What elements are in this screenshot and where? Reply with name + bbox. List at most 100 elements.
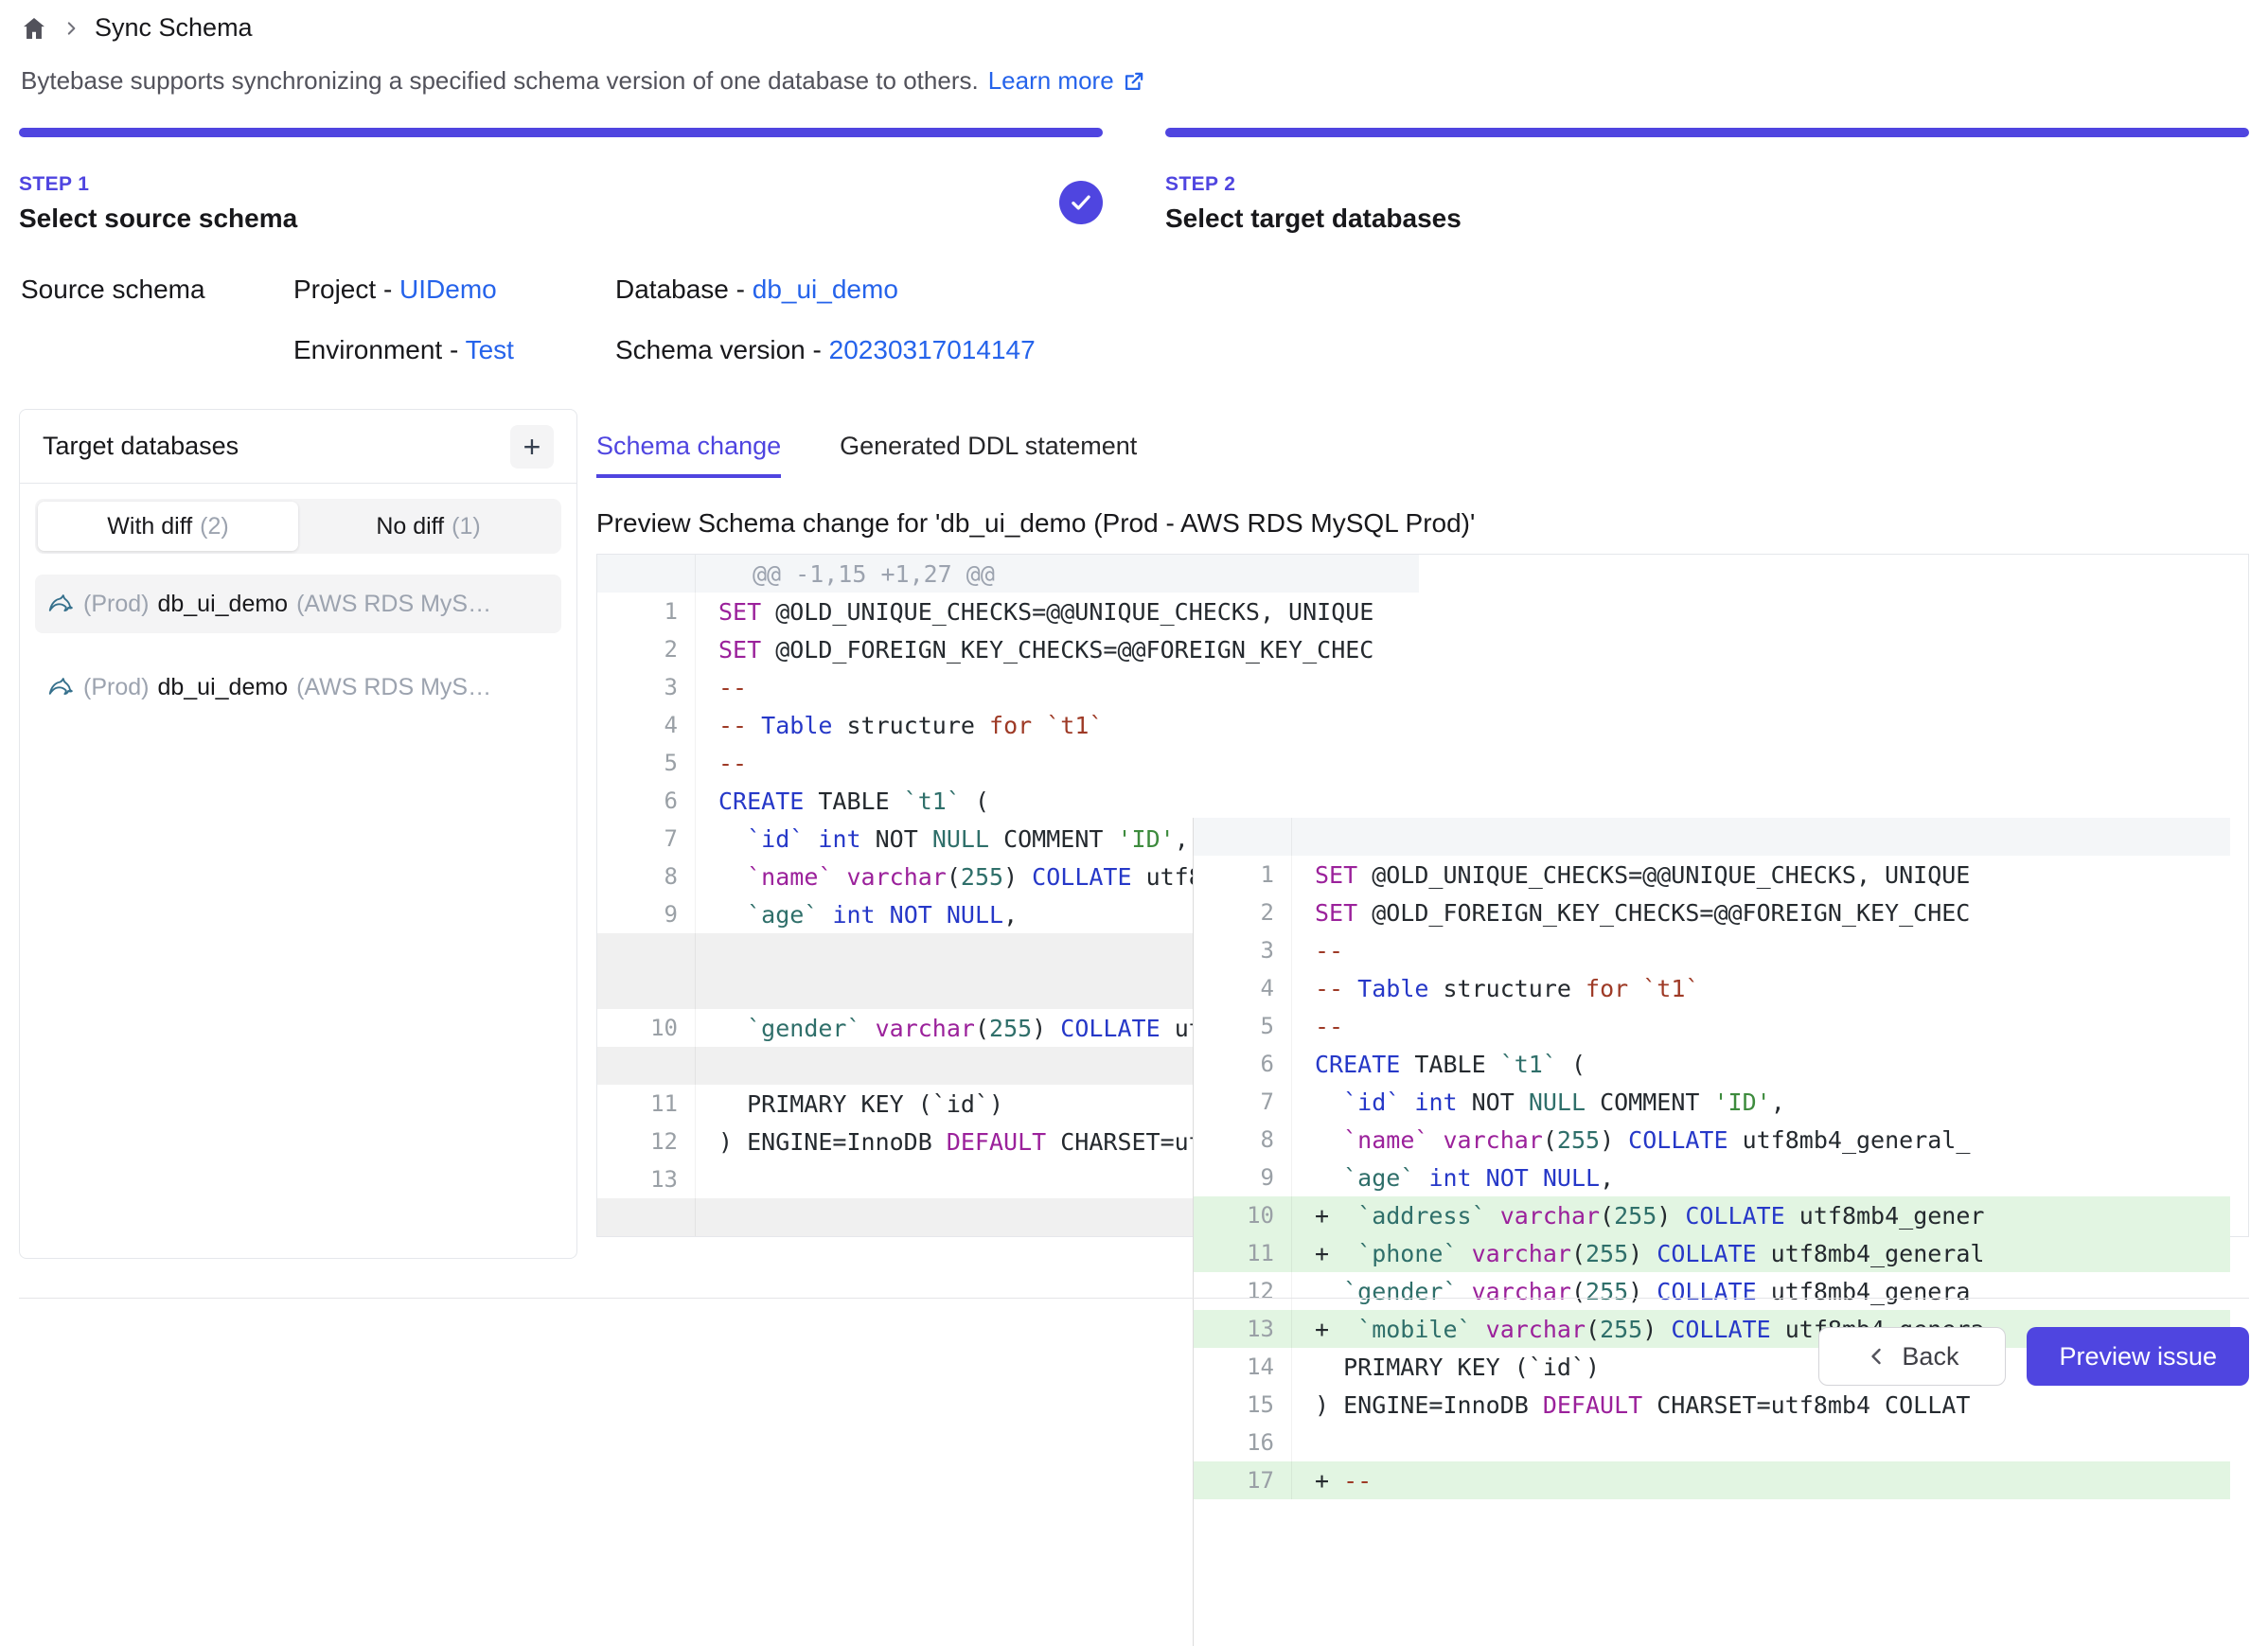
chevron-right-icon [62,20,80,37]
database-list-item[interactable]: (Prod) db_ui_demo (AWS RDS MySQL Prod) [35,658,561,717]
code-line: @@ -1,15 +1,27 @@ [696,560,1419,588]
field-project: Project - UIDemo [293,274,615,309]
line-number [1194,818,1292,856]
line-number: 2 [1194,894,1292,931]
line-number: 8 [597,858,696,895]
source-schema-label: Source schema [21,274,293,309]
code-line: CREATE TABLE `t1` ( [1292,1051,2230,1078]
line-number: 1 [597,593,696,630]
tab-with-diff[interactable]: With diff (2) [38,502,298,551]
diff-row: @@ -1,15 +1,27 @@ [597,555,1419,593]
line-number: 3 [597,668,696,706]
line-number: 11 [1194,1234,1292,1237]
code-line: -- Table structure for `t1` [696,712,1419,739]
line-number [597,555,696,593]
line-number: 2 [597,630,696,668]
diff-row: 1SET @OLD_UNIQUE_CHECKS=@@UNIQUE_CHECKS,… [597,593,1419,630]
line-number: 9 [597,895,696,933]
code-line: + `address` varchar(255) COLLATE utf8mb4… [1292,1202,2230,1230]
line-number: 11 [597,1085,696,1123]
step-1-progress-bar [19,128,1103,137]
diff-row [1194,818,2230,856]
diff-row: 2SET @OLD_FOREIGN_KEY_CHECKS=@@FOREIGN_K… [597,630,1419,668]
schema-version-link[interactable]: 20230317014147 [829,335,1036,364]
tab-generated-ddl[interactable]: Generated DDL statement [840,432,1137,478]
line-number: 9 [1194,1159,1292,1196]
back-button[interactable]: Back [1818,1327,2006,1386]
preview-tabs: Schema change Generated DDL statement [596,409,2249,478]
diff-row: 3-- [1194,931,2230,969]
line-number: 7 [597,820,696,858]
db-environment: (Prod) [83,674,149,701]
field-database: Database - db_ui_demo [615,274,2249,309]
code-line: -- [1292,1013,2230,1040]
environment-link[interactable]: Test [466,335,514,364]
line-number: 4 [597,706,696,744]
diff-row: 3-- [597,668,1419,706]
field-environment: Environment - Test [293,335,615,369]
line-number: 8 [1194,1121,1292,1159]
line-number: 6 [1194,1045,1292,1083]
step-1-title: Select source schema [19,204,1103,234]
line-number: 10 [1194,1196,1292,1234]
step-2-label: STEP 2 [1165,173,2249,196]
diff-row: 4-- Table structure for `t1` [597,706,1419,744]
database-list-item[interactable]: (Prod) db_ui_demo (AWS RDS MySQL Prod) [35,575,561,633]
line-number: 7 [1194,1083,1292,1121]
target-databases-panel: Target databases + With diff (2) No diff… [19,409,577,1259]
preview-title: Preview Schema change for 'db_ui_demo (P… [596,508,2249,539]
line-number: 1 [1194,856,1292,894]
diff-row: 5-- [1194,1007,2230,1045]
preview-issue-button[interactable]: Preview issue [2027,1327,2249,1386]
code-line: CREATE TABLE `t1` ( [696,788,1419,815]
tab-schema-change[interactable]: Schema change [596,432,781,478]
diff-pane-target[interactable]: 1SET @OLD_UNIQUE_CHECKS=@@UNIQUE_CHECKS,… [1193,818,2230,1237]
line-number: 3 [1194,931,1292,969]
code-line: `id` int NOT NULL COMMENT 'ID', [1292,1088,2230,1116]
plus-icon: + [523,432,541,462]
diff-filter-tabs: With diff (2) No diff (1) [35,499,561,554]
step-1: STEP 1 Select source schema [19,128,1103,234]
add-database-button[interactable]: + [510,425,554,469]
line-number [597,971,696,1009]
footer-actions: Back Preview issue [1818,1327,2249,1386]
step-2-progress-bar [1165,128,2249,137]
diff-row: 8 `name` varchar(255) COLLATE utf8mb4_ge… [1194,1121,2230,1159]
line-number: 10 [597,1009,696,1047]
db-environment: (Prod) [83,591,149,618]
diff-row: 10+ `address` varchar(255) COLLATE utf8m… [1194,1196,2230,1234]
step-2-title: Select target databases [1165,204,2249,234]
footer-divider [19,1298,2249,1299]
database-link[interactable]: db_ui_demo [753,274,898,304]
home-icon[interactable] [21,15,47,42]
project-link[interactable]: UIDemo [399,274,497,304]
learn-more-link[interactable]: Learn more [988,66,1146,96]
with-diff-count: (2) [200,513,229,540]
diff-row: 9 `age` int NOT NULL, [1194,1159,2230,1196]
field-schema-version: Schema version - 20230317014147 [615,335,2249,369]
tab-no-diff[interactable]: No diff (1) [298,502,558,551]
target-databases-title: Target databases [43,432,239,461]
db-name: db_ui_demo [157,591,288,618]
line-number [597,1047,696,1085]
diff-row: 7 `id` int NOT NULL COMMENT 'ID', [1194,1083,2230,1121]
preview-area: Schema change Generated DDL statement Pr… [596,409,2249,1237]
line-number: 13 [597,1160,696,1198]
step-1-completed-check-icon [1059,181,1103,224]
description-text: Bytebase supports synchronizing a specif… [21,66,979,96]
line-number: 5 [1194,1007,1292,1045]
mysql-icon [46,673,75,701]
code-line: SET @OLD_FOREIGN_KEY_CHECKS=@@FOREIGN_KE… [1292,899,2230,927]
diff-row: 6CREATE TABLE `t1` ( [1194,1045,2230,1083]
code-line: SET @OLD_FOREIGN_KEY_CHECKS=@@FOREIGN_KE… [696,636,1419,664]
code-line: -- [696,750,1419,777]
source-schema-summary: Source schema Project - UIDemo Database … [21,274,2249,369]
no-diff-count: (1) [452,513,481,540]
line-number [597,933,696,971]
code-line: `age` int NOT NULL, [1292,1164,2230,1192]
page-description: Bytebase supports synchronizing a specif… [21,66,1146,96]
schema-diff-editor: @@ -1,15 +1,27 @@1SET @OLD_UNIQUE_CHECKS… [596,554,2249,1237]
stepper: STEP 1 Select source schema STEP 2 Selec… [19,128,2249,234]
code-line: SET @OLD_UNIQUE_CHECKS=@@UNIQUE_CHECKS, … [696,598,1419,626]
page-title: Sync Schema [95,13,253,43]
